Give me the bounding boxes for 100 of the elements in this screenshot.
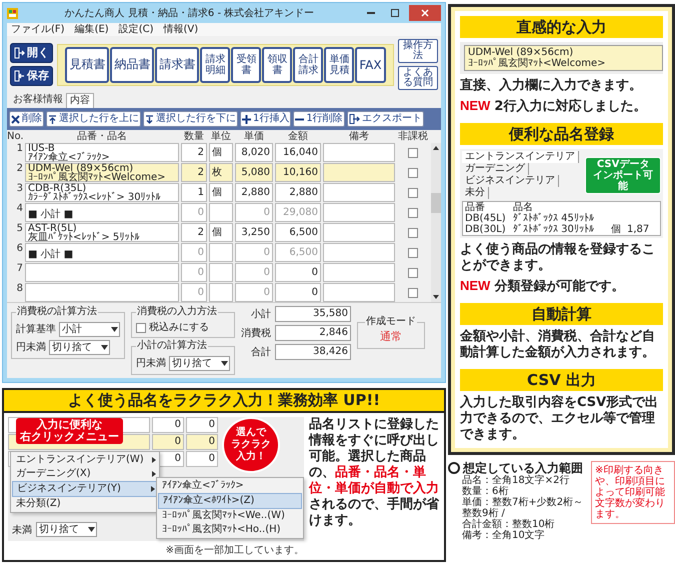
dropdown[interactable]: 切り捨て [49, 340, 110, 355]
dropdown-arrow-icon [101, 345, 108, 350]
document-button[interactable]: 領収書 [262, 46, 292, 82]
menu-item[interactable]: ｱｲｱﾝ傘立<ﾌﾞﾗｯｸ> [158, 479, 302, 493]
minus-icon [295, 118, 304, 120]
field-label: 未満 [12, 524, 32, 536]
checkbox[interactable] [408, 248, 418, 258]
menu-item[interactable]: 編集(E) [74, 24, 109, 35]
action-button[interactable]: 削除 [9, 111, 44, 127]
feature-title: 直感的な入力 [460, 16, 663, 38]
checkbox[interactable] [408, 228, 418, 238]
x-icon [11, 114, 20, 124]
table-cell: 2,880 [235, 183, 273, 202]
menu-item[interactable]: 設定(C) [118, 24, 154, 35]
document-button[interactable]: 受領書 [231, 46, 262, 82]
tab[interactable]: お客様情報 [10, 93, 66, 108]
range-item: 数量：6桁 [461, 486, 510, 497]
circle-icon [448, 462, 460, 474]
action-button[interactable]: エクスポート [346, 111, 424, 127]
column-header: 品名 [512, 202, 533, 213]
checkbox[interactable] [136, 323, 146, 333]
tab[interactable]: 未分 [462, 187, 489, 199]
document-button[interactable]: 請求明細 [200, 46, 230, 82]
scrollbar[interactable] [431, 143, 441, 302]
caret-right-icon [152, 457, 156, 463]
menu-item[interactable]: ｱｲｱﾝ傘立<ﾎﾜｲﾄ>(Z) [158, 493, 302, 509]
plus-icon [242, 114, 251, 124]
dropdown-arrow-icon [111, 327, 118, 332]
help-button[interactable]: よくある質問 [398, 66, 438, 90]
toolbar-button[interactable]: 保存 [10, 66, 53, 86]
menu-item[interactable]: ファイル(F) [11, 24, 65, 35]
table-cell-text: 1,87 [626, 224, 650, 235]
scrollbar-thumb[interactable] [431, 192, 441, 212]
document-button[interactable]: 見積書 [65, 46, 110, 82]
table-cell: 2,880 [275, 183, 321, 202]
column-header: 金額 [287, 130, 309, 143]
menu-item-label: ガーデニング(X) [16, 467, 91, 481]
total-field: 35,580 [275, 306, 351, 322]
checkbox[interactable] [408, 168, 418, 178]
table-cell: AST-R(5L) 灰皿ﾊﾞｹｯﾄ<ﾚｯﾄﾞ> 5ﾘｯﾄﾙ [25, 223, 179, 242]
menu-item[interactable]: ガーデニング(X) [12, 467, 158, 481]
checkbox[interactable] [408, 288, 418, 298]
checkbox[interactable] [408, 188, 418, 198]
document-button[interactable]: 納品書 [110, 46, 154, 82]
minimize-icon [367, 12, 375, 14]
close-button[interactable] [409, 5, 441, 21]
table-cell: 個 [209, 183, 233, 202]
total-label: 合計 [251, 346, 271, 359]
action-button[interactable]: 1行削除 [293, 111, 345, 127]
menu-item[interactable]: ﾖｰﾛｯﾊﾟ風玄関ﾏｯﾄ<We..(W) [158, 509, 302, 523]
column-header: 品番・品名 [76, 130, 128, 143]
document-button[interactable]: FAX [355, 46, 386, 82]
table-cell: 0 [275, 283, 321, 302]
column-header: 非課税 [397, 130, 429, 143]
range-item: 備考：全角10文字 [461, 530, 546, 541]
checkbox[interactable] [408, 208, 418, 218]
document-button[interactable]: 請求書 [155, 46, 200, 82]
dropdown[interactable]: 小計 [59, 322, 120, 337]
table-cell: 0 [181, 243, 207, 262]
row-number: 8 [16, 283, 23, 296]
range-item: 単価：整数7桁+少数2桁～整数9桁 / [461, 497, 584, 519]
table-cell: 0 [186, 417, 218, 433]
checkbox[interactable] [408, 268, 418, 278]
door-arrow-icon [14, 47, 25, 59]
feature-text: 2行入力に対応しました。 [494, 99, 646, 115]
menu-item[interactable]: 未分類(Z) [12, 497, 158, 511]
menu-item-label: ビジネスインテリア(Y) [17, 482, 121, 496]
document-button[interactable]: 単価見積 [324, 46, 354, 82]
menu-item[interactable]: ﾖｰﾛｯﾊﾟ風玄関ﾏｯﾄ<Ho..(H) [158, 523, 302, 537]
menu-item[interactable]: 情報(V) [163, 24, 198, 35]
window-title: かんたん商人 見積・納品・請求6 - 株式会社アキンドー [64, 6, 316, 20]
total-label: 小計 [251, 308, 271, 321]
tab[interactable]: 内容 [66, 93, 94, 108]
group-title: 小計の計算方法 [136, 340, 208, 352]
speech-bubble: 選んで ラクラク 入力！ [222, 417, 280, 473]
total-field: 2,846 [275, 325, 351, 341]
feature-text: 分類登録が可能です。 [494, 279, 624, 295]
column-header: 単価 [243, 130, 265, 143]
action-button[interactable]: 選択した行を下に [143, 111, 238, 127]
dropdown-arrow-icon [221, 361, 228, 366]
callout-text: 品名リストに登録した情報をすぐに呼び出し可能。選択した商品の、品番・品名・単位・単価が自動で入力されるので、手間が省けます。 [309, 417, 440, 530]
table-cell: ■ 小計 ■ [25, 203, 179, 222]
action-button[interactable]: 1行挿入 [240, 111, 292, 127]
dropdown[interactable]: 切り捨て [36, 522, 97, 537]
toolbar-button[interactable]: 開く [10, 43, 53, 63]
menu-item[interactable]: ビジネスインテリア(Y) [12, 481, 158, 497]
checkbox[interactable] [408, 148, 418, 158]
tab[interactable]: ガーデニング [462, 163, 529, 175]
field-label: 円未満 [136, 358, 166, 370]
tab[interactable]: エントランスインテリア [462, 151, 579, 163]
tab[interactable]: ビジネスインテリア [462, 175, 559, 187]
document-button[interactable]: 合計請求 [293, 46, 324, 82]
action-button[interactable]: 選択した行を上に [46, 111, 141, 127]
table-cell: IUS-B ｱｲｱﾝ傘立<ﾌﾞﾗｯｸ> [25, 143, 179, 162]
dropdown[interactable]: 切り捨て [169, 356, 230, 371]
column-header: 品番 [464, 202, 486, 213]
feature-text: よく使う商品の情報を登録することができます。 [460, 242, 656, 274]
table-cell: 0 [235, 243, 273, 262]
help-button[interactable]: 操作方法 [398, 39, 438, 63]
checkbox-label: 税込みにする [149, 322, 209, 334]
